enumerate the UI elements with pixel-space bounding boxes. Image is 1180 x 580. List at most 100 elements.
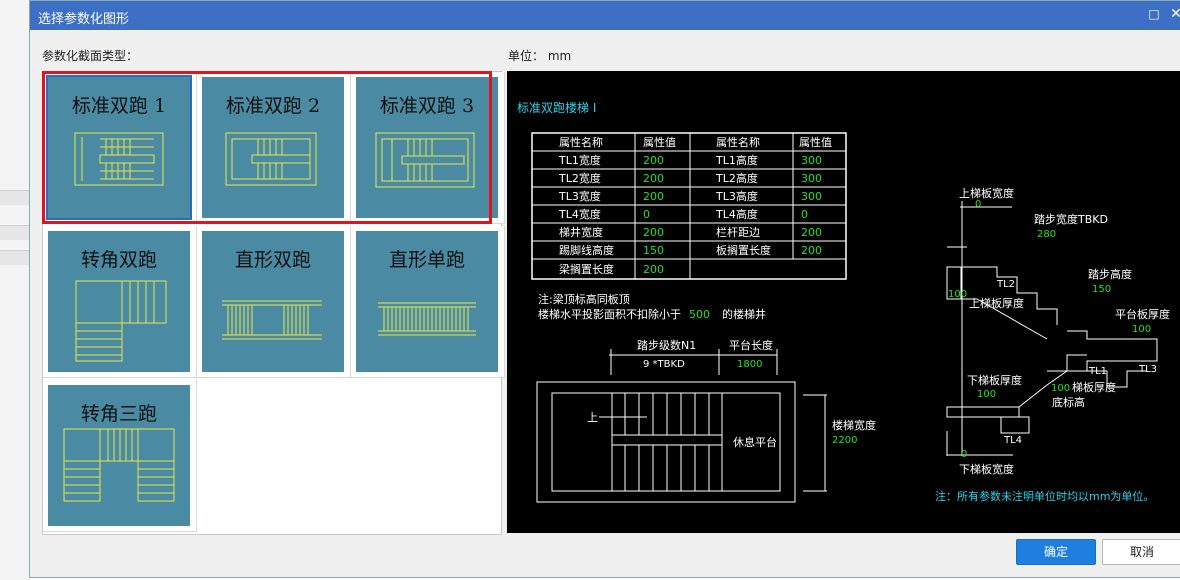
landing-label: 休息平台: [733, 435, 777, 449]
shape-cell-straight-double[interactable]: 直形双跑: [197, 226, 351, 378]
tl1-label: TL1: [1088, 366, 1107, 377]
table-cell: 梁搁置长度: [559, 262, 614, 276]
steps-label: 踏步级数N1: [637, 338, 696, 352]
shape-tile[interactable]: 标准双跑 3: [356, 77, 498, 218]
table-header: 属性名称: [559, 135, 603, 149]
lower-slab-thickness-label: 下梯板厚度: [967, 373, 1022, 387]
shape-cell-straight-single[interactable]: 直形单跑: [351, 226, 505, 378]
shape-cell-corner-double[interactable]: 转角双跑: [43, 226, 197, 378]
dialog-titlebar: 选择参数化图形 □ ✕: [30, 1, 1180, 30]
upper-slab-thickness-label: 上梯板厚度: [969, 296, 1024, 310]
shape-grid: 标准双跑 1 标准双跑 2 标准双跑 3 转角双跑 直形双跑 直形单跑 转角三跑: [42, 71, 505, 535]
table-cell: 200: [643, 172, 664, 185]
slab-left-value: 100: [948, 289, 967, 300]
shape-cell-standard-double-2[interactable]: 标准双跑 2: [197, 72, 351, 224]
table-header: 属性名称: [716, 135, 760, 149]
table-cell: 0: [643, 208, 650, 221]
note-area-value: 500: [689, 308, 710, 321]
table-cell: 200: [801, 226, 822, 239]
table-cell: 200: [643, 226, 664, 239]
table-cell: TL2宽度: [558, 171, 601, 185]
stair-width-label: 楼梯宽度: [832, 418, 876, 432]
table-cell: TL4宽度: [558, 207, 601, 221]
stair-straight-single-icon: [378, 302, 476, 336]
maximize-icon[interactable]: □: [1146, 6, 1162, 22]
shape-cell-standard-double-1[interactable]: 标准双跑 1: [43, 72, 197, 224]
tl2-label: TL2: [996, 279, 1015, 290]
shape-cell-corner-triple[interactable]: 转角三跑: [43, 380, 197, 532]
tl3-label: TL3: [1138, 364, 1157, 375]
tread-width-value: 280: [1037, 229, 1056, 240]
stair-double-2-icon: [225, 132, 317, 186]
shape-tile[interactable]: 转角双跑: [48, 231, 190, 372]
stair-double-1-icon: [74, 132, 164, 186]
shape-cell-standard-double-3[interactable]: 标准双跑 3: [351, 72, 505, 224]
shape-tile[interactable]: 标准双跑 1: [46, 75, 192, 220]
note-area-b: 的楼梯井: [722, 307, 766, 321]
table-cell: 板搁置长度: [716, 243, 771, 257]
shape-tile[interactable]: 转角三跑: [48, 385, 190, 526]
preview-heading: 标准双跑楼梯 I: [517, 100, 596, 115]
background-window-strip: [0, 0, 30, 580]
table-header: 属性值: [643, 135, 676, 149]
upper-slab-width-label: 上梯板宽度: [959, 186, 1014, 200]
up-label: 上: [587, 411, 598, 424]
stair-width-value: 2200: [832, 435, 857, 446]
table-cell: TL1高度: [715, 153, 758, 167]
stair-corner-triple-icon: [63, 428, 175, 502]
close-icon[interactable]: ✕: [1168, 6, 1180, 22]
units-footnote: 注：所有参数未注明单位时均以mm为单位。: [935, 489, 1154, 503]
note-area-a: 楼梯水平投影面积不扣除小于: [538, 307, 681, 321]
lower-slab-thickness-value: 100: [977, 389, 996, 400]
table-cell: 踢脚线高度: [559, 243, 614, 257]
table-cell: TL1宽度: [558, 153, 601, 167]
shape-type-label: 参数化截面类型：: [42, 49, 139, 63]
preview-panel: 标准双跑楼梯 I 属性名称 属性值 属性名称 属性值 TL1宽度 200 TL1…: [507, 71, 1180, 533]
tl4-label: TL4: [1003, 435, 1022, 446]
parameter-table: 属性名称 属性值 属性名称 属性值 TL1宽度 200 TL1高度 300 TL…: [531, 132, 847, 280]
stair-corner-double-icon: [75, 280, 167, 362]
table-cell: 300: [801, 154, 822, 167]
lower-slab-width-label: 下梯板宽度: [959, 462, 1014, 476]
background-row: [0, 250, 30, 265]
landing-length-label: 平台长度: [729, 338, 773, 352]
table-cell: 150: [643, 244, 664, 257]
table-cell: TL2高度: [715, 171, 758, 185]
shape-tile[interactable]: 标准双跑 2: [202, 77, 344, 218]
table-cell: 梯井宽度: [559, 225, 603, 239]
tread-width-label: 踏步宽度TBKD: [1034, 212, 1108, 226]
table-cell: TL4高度: [715, 207, 758, 221]
shape-tile[interactable]: 直形双跑: [202, 231, 344, 372]
table-cell: 0: [801, 208, 808, 221]
slab-thickness-label: 梯板厚度: [1072, 380, 1116, 394]
stair-straight-double-icon: [222, 300, 322, 340]
dialog-title: 选择参数化图形: [38, 12, 130, 27]
cancel-button[interactable]: 取消: [1102, 539, 1180, 565]
table-cell: 300: [801, 172, 822, 185]
landing-thickness-value: 100: [1132, 324, 1151, 335]
table-cell: 栏杆距边: [716, 225, 760, 239]
lower-slab-width-value: 0: [961, 449, 967, 460]
shape-tile[interactable]: 直形单跑: [356, 231, 498, 372]
background-row: [0, 190, 30, 205]
steps-value: 9 *TBKD: [643, 359, 685, 370]
stair-preview-drawing: 标准双跑楼梯 I 属性名称 属性值 属性名称 属性值 TL1宽度 200 TL1…: [517, 100, 1170, 503]
slab-thickness-value: 100: [1051, 383, 1070, 394]
riser-height-label: 踏步高度: [1088, 267, 1132, 281]
table-cell: 200: [643, 263, 664, 276]
stair-double-3-icon: [375, 132, 475, 188]
ok-button[interactable]: 确定: [1016, 539, 1096, 565]
background-row: [0, 225, 30, 240]
table-cell: 200: [801, 244, 822, 257]
landing-length-value: 1800: [737, 359, 762, 370]
riser-height-value: 150: [1092, 284, 1111, 295]
bottom-elevation-label: 底标高: [1052, 395, 1085, 409]
table-cell: 300: [801, 190, 822, 203]
table-cell: TL3高度: [715, 189, 758, 203]
table-cell: TL3宽度: [558, 189, 601, 203]
parametric-shape-dialog: 选择参数化图形 □ ✕ 参数化截面类型： 单位： mm 标准双跑 1 标准双跑 …: [29, 0, 1180, 578]
stair-plan-drawing: 踏步级数N1 9 *TBKD 平台长度 1800 上 休息平台 楼梯宽度 220…: [536, 338, 876, 503]
stair-section-drawing: 上梯板宽度 0 踏步宽度TBKD 280 TL2 踏步高度 150 100 上梯…: [946, 186, 1170, 476]
landing-thickness-label: 平台板厚度: [1115, 307, 1170, 321]
table-cell: 200: [643, 154, 664, 167]
